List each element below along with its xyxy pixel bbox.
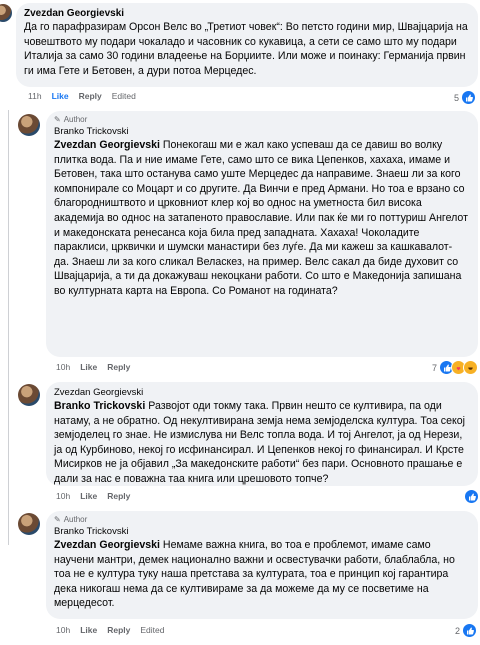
reply-button[interactable]: Reply — [107, 491, 130, 501]
author-badge-label: Author — [63, 515, 88, 524]
haha-reaction-icon — [463, 360, 479, 375]
author-badge-label: Author — [63, 115, 88, 124]
edited-label: Edited — [111, 91, 136, 101]
mention-link[interactable]: Zvezdan Georgievski — [54, 539, 160, 551]
reaction-count: 2 — [455, 625, 461, 636]
comment-bubble: Zvezdan Georgievski Branko Trickovski Ра… — [46, 382, 478, 486]
reaction-summary[interactable] — [464, 489, 479, 504]
avatar[interactable] — [18, 384, 40, 406]
reaction-summary[interactable]: 5 — [454, 90, 477, 105]
comment-text: Zvezdan Georgievski Немаме важна книга, … — [54, 538, 470, 611]
reaction-summary[interactable]: 2 — [455, 623, 478, 638]
comment-actions: 11h Like Reply Edited — [28, 91, 136, 101]
comment-text: Да го парафразирам Орсон Велс во „Третио… — [24, 21, 468, 77]
like-button[interactable]: Like — [80, 362, 97, 372]
comment-time[interactable]: 10h — [56, 491, 70, 501]
comment-author[interactable]: Branko Trickovski — [54, 525, 470, 538]
like-button[interactable]: Like — [80, 625, 97, 635]
avatar[interactable] — [18, 114, 40, 136]
comment-actions: 10h Like Reply — [56, 491, 130, 501]
comment-actions: 10h Like Reply — [56, 362, 130, 372]
comment-author[interactable]: Zvezdan Georgievski — [24, 7, 470, 20]
mention-link[interactable]: Branko Trickovski — [54, 400, 145, 412]
mention-link[interactable]: Zvezdan Georgievski — [54, 139, 160, 151]
reaction-count: 5 — [454, 92, 460, 103]
comment-author[interactable]: Branko Trickovski — [54, 125, 470, 138]
comment-body: Понекогаш ми е жал како успеваш да се да… — [54, 139, 468, 297]
reply-button[interactable]: Reply — [107, 362, 130, 372]
comment-body: Развојот оди токму така. Првин нешто се … — [54, 400, 465, 485]
author-badge: ✎ Author — [54, 515, 470, 525]
avatar[interactable] — [18, 513, 40, 535]
thread-line — [8, 110, 9, 545]
like-reaction-icon — [462, 623, 478, 638]
like-reaction-icon — [461, 90, 477, 105]
pencil-icon: ✎ — [54, 515, 61, 524]
reply-button[interactable]: Reply — [107, 625, 130, 635]
comment-time[interactable]: 11h — [28, 91, 42, 101]
pencil-icon: ✎ — [54, 115, 61, 124]
comment-author[interactable]: Zvezdan Georgievski — [54, 386, 470, 399]
comment-actions: 10h Like Reply Edited — [56, 625, 164, 635]
reply-button[interactable]: Reply — [79, 91, 102, 101]
edited-label: Edited — [140, 625, 165, 635]
comment-bubble: ✎ Author Branko Trickovski Zvezdan Georg… — [46, 511, 478, 619]
like-button[interactable]: Like — [80, 491, 97, 501]
comment-text: Branko Trickovski Развојот оди токму так… — [54, 399, 470, 487]
author-badge: ✎ Author — [54, 115, 470, 125]
reaction-summary[interactable]: 7 — [432, 360, 479, 375]
comment-bubble: Zvezdan Georgievski Да го парафразирам О… — [16, 3, 478, 87]
comment-text: Zvezdan Georgievski Понекогаш ми е жал к… — [54, 138, 470, 299]
comment-bubble: ✎ Author Branko Trickovski Zvezdan Georg… — [46, 111, 478, 357]
avatar[interactable] — [0, 4, 12, 22]
reaction-count: 7 — [432, 362, 438, 373]
comment-time[interactable]: 10h — [56, 625, 70, 635]
like-reaction-icon — [464, 489, 479, 504]
comment-time[interactable]: 10h — [56, 362, 70, 372]
like-button[interactable]: Like — [52, 91, 69, 101]
